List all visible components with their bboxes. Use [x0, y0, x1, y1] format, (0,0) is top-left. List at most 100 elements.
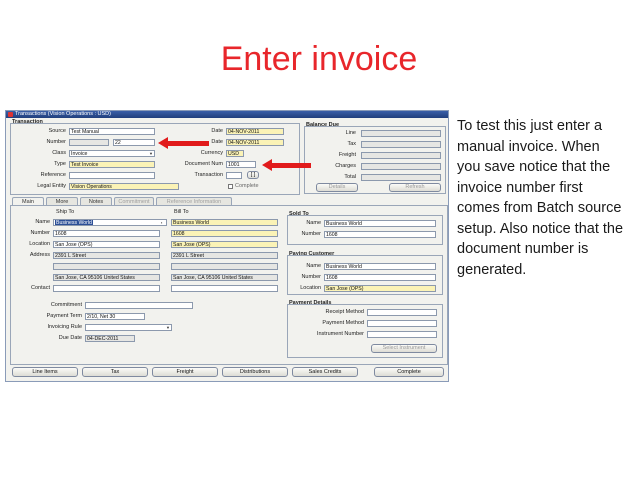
tax-button[interactable]: Tax: [82, 367, 148, 377]
bill-to-city: San Jose, CA 95106 United States: [171, 274, 278, 281]
contact-label: Contact: [31, 285, 50, 291]
due-date-field: 04-DEC-2011: [85, 335, 135, 342]
date-field[interactable]: 04-NOV-2011: [226, 128, 284, 135]
ship-to-address-line2: [53, 263, 160, 270]
legal-entity-label: Legal Entity: [37, 183, 66, 189]
bill-to-location-field[interactable]: San Jose (OPS): [171, 241, 278, 248]
tab-main[interactable]: Main: [12, 197, 44, 205]
payment-term-label: Payment Term: [46, 313, 82, 319]
line-items-button[interactable]: Line Items: [12, 367, 78, 377]
tab-more[interactable]: More: [46, 197, 78, 205]
bill-to-name-field[interactable]: Business World: [171, 219, 278, 226]
tax-label: Tax: [347, 141, 356, 147]
source-field[interactable]: Test Manual: [69, 128, 155, 135]
red-arrow-number-annotation: [158, 137, 209, 149]
class-value: Invoice: [71, 151, 88, 157]
class-select[interactable]: Invoice ▼: [69, 150, 155, 157]
total-amount: [361, 174, 441, 181]
tab-notes[interactable]: Notes: [80, 197, 112, 205]
location-label: Location: [29, 241, 50, 247]
slide-note: To test this just enter a manual invoice…: [457, 118, 624, 278]
currency-field[interactable]: USD: [226, 150, 244, 157]
line-amount: [361, 130, 441, 137]
number-label: Number: [46, 139, 66, 145]
sold-to-name-label: Name: [306, 220, 321, 226]
payment-method-label: Payment Method: [322, 320, 364, 326]
date-label: Date: [211, 128, 223, 134]
ship-to-header: Ship To: [56, 209, 75, 215]
chevron-down-icon: ▼: [166, 325, 170, 330]
transaction-field[interactable]: [226, 172, 242, 179]
legal-entity-field[interactable]: Vision Operations: [69, 183, 179, 190]
complete-button[interactable]: Complete: [374, 367, 444, 377]
freight-amount: [361, 152, 441, 159]
ship-to-number-field[interactable]: 1608: [53, 230, 160, 237]
number-label-2: Number: [30, 230, 50, 236]
oracle-window-icon: [8, 112, 13, 117]
payment-method-field[interactable]: [367, 320, 437, 327]
slide-title: Enter invoice: [220, 40, 418, 78]
window-title: Transactions (Vision Operations : USD): [15, 111, 111, 117]
bill-to-header: Bill To: [174, 209, 189, 215]
ship-to-name-field[interactable]: Business World ▪: [53, 219, 167, 226]
paying-name-label: Name: [306, 263, 321, 269]
details-button[interactable]: Details: [316, 183, 358, 192]
ship-to-location-field[interactable]: San Jose (OPS): [53, 241, 160, 248]
instrument-number-field[interactable]: [367, 331, 437, 338]
list-of-values-icon: ▪: [161, 220, 163, 225]
number-field-2[interactable]: 22: [113, 139, 155, 146]
bill-to-contact-field[interactable]: [171, 285, 278, 292]
total-label: Total: [344, 174, 356, 180]
red-arrow-document-num-annotation: [262, 159, 311, 171]
sold-to-name-field[interactable]: Business World: [324, 220, 436, 227]
tab-reference-information[interactable]: Reference Information: [156, 197, 232, 205]
ship-to-address-line1: 2391 L Street: [53, 252, 160, 259]
refresh-button[interactable]: Refresh: [389, 183, 441, 192]
paying-name-field[interactable]: Business World: [324, 263, 436, 270]
paying-number-label: Number: [301, 274, 321, 280]
sold-to-number-field[interactable]: 1608: [324, 231, 436, 238]
payment-term-field[interactable]: 2/10, Net 30: [85, 313, 145, 320]
commitment-field[interactable]: [85, 302, 193, 309]
paying-location-label: Location: [300, 285, 321, 291]
bill-to-address-line1: 2391 L Street: [171, 252, 278, 259]
invoicing-rule-select[interactable]: ▼: [85, 324, 172, 331]
type-field[interactable]: Test Invoice: [69, 161, 155, 168]
tab-commitment[interactable]: Commitment: [114, 197, 154, 205]
ship-to-name-value: Business World: [55, 220, 93, 226]
reference-label: Reference: [40, 172, 66, 178]
chevron-down-icon: ▼: [149, 151, 153, 156]
name-label: Name: [35, 219, 50, 225]
select-instrument-button[interactable]: Select Instrument: [371, 344, 437, 353]
paying-location-field[interactable]: San Jose (OPS): [324, 285, 436, 292]
transaction-label: Transaction: [194, 172, 223, 178]
reference-field[interactable]: [69, 172, 155, 179]
complete-checkbox[interactable]: [228, 184, 233, 189]
window-titlebar: Transactions (Vision Operations : USD): [6, 111, 448, 118]
due-date-label: Due Date: [58, 335, 82, 341]
commitment-label: Commitment: [50, 302, 82, 308]
gl-date-field[interactable]: 04-NOV-2011: [226, 139, 284, 146]
bill-to-number-field[interactable]: 1608: [171, 230, 278, 237]
charges-amount: [361, 163, 441, 170]
number-field[interactable]: [69, 139, 109, 146]
document-num-field[interactable]: 1001: [226, 161, 256, 168]
source-label: Source: [48, 128, 66, 134]
receipt-method-field[interactable]: [367, 309, 437, 316]
document-num-label: Document Num: [184, 161, 223, 167]
freight-button[interactable]: Freight: [152, 367, 218, 377]
type-label: Type: [54, 161, 66, 167]
tax-amount: [361, 141, 441, 148]
charges-label: Charges: [335, 163, 356, 169]
currency-label: Currency: [200, 150, 223, 156]
transaction-bracket-button[interactable]: [ ]: [247, 171, 259, 179]
sales-credits-button[interactable]: Sales Credits: [292, 367, 358, 377]
paying-number-field[interactable]: 1608: [324, 274, 436, 281]
ship-to-city: San Jose, CA 95106 United States: [53, 274, 160, 281]
transactions-window: Transactions (Vision Operations : USD) T…: [5, 110, 449, 382]
ship-to-contact-field[interactable]: [53, 285, 160, 292]
distributions-button[interactable]: Distributions: [222, 367, 288, 377]
complete-label: Complete: [235, 183, 259, 189]
sold-to-number-label: Number: [301, 231, 321, 237]
receipt-method-label: Receipt Method: [325, 309, 364, 315]
